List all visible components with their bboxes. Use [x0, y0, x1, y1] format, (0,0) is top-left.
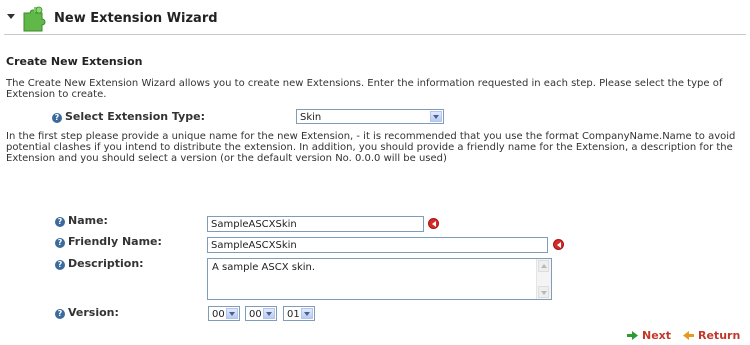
- section-heading: Create New Extension: [6, 55, 143, 68]
- step-description-text: In the first step please provide a uniqu…: [6, 131, 736, 164]
- friendly-name-label: Friendly Name:: [68, 235, 162, 248]
- version-label: Version:: [68, 306, 119, 319]
- wizard-title: New Extension Wizard: [54, 11, 218, 26]
- chevron-down-icon[interactable]: [301, 308, 313, 319]
- description-textarea[interactable]: A sample ASCX skin.: [207, 258, 552, 300]
- description-value: A sample ASCX skin.: [212, 262, 316, 273]
- version-major-select[interactable]: 00: [208, 306, 240, 321]
- version-build-select[interactable]: 01: [283, 306, 315, 321]
- arrow-right-icon: [627, 330, 638, 340]
- help-icon[interactable]: ?: [52, 113, 62, 123]
- extension-type-label: Select Extension Type:: [65, 110, 206, 123]
- friendly-name-label-group: ? Friendly Name:: [55, 235, 162, 248]
- version-build-value: 01: [287, 309, 300, 320]
- help-icon[interactable]: ?: [55, 260, 65, 270]
- name-input[interactable]: [207, 216, 424, 232]
- textarea-scrollbar[interactable]: [536, 259, 551, 299]
- collapse-arrow-icon[interactable]: [7, 14, 15, 19]
- scroll-down-icon[interactable]: [538, 286, 549, 298]
- extension-type-select[interactable]: Skin: [296, 109, 444, 124]
- version-label-group: ? Version:: [55, 306, 119, 319]
- extension-type-value: Skin: [300, 112, 322, 123]
- version-minor-select[interactable]: 00: [245, 306, 277, 321]
- chevron-down-icon[interactable]: [226, 308, 238, 319]
- required-icon: [553, 239, 564, 250]
- version-minor-value: 00: [249, 309, 262, 320]
- extension-type-label-group: ? Select Extension Type:: [52, 110, 205, 123]
- scroll-up-icon[interactable]: [538, 260, 549, 272]
- help-icon[interactable]: ?: [55, 309, 65, 319]
- name-label: Name:: [68, 214, 108, 227]
- return-button[interactable]: Return: [683, 329, 740, 342]
- version-major-value: 00: [212, 309, 225, 320]
- help-icon[interactable]: ?: [55, 217, 65, 227]
- header-divider: [4, 34, 746, 35]
- arrow-left-icon: [683, 330, 694, 340]
- chevron-down-icon[interactable]: [263, 308, 275, 319]
- return-label: Return: [698, 329, 741, 342]
- puzzle-piece-icon: [20, 5, 50, 33]
- description-label: Description:: [68, 257, 144, 270]
- required-icon: [428, 218, 439, 229]
- help-icon[interactable]: ?: [55, 238, 65, 248]
- chevron-down-icon[interactable]: [430, 111, 442, 122]
- friendly-name-input[interactable]: [207, 237, 548, 253]
- name-label-group: ? Name:: [55, 214, 108, 227]
- description-label-group: ? Description:: [55, 257, 144, 270]
- next-label: Next: [642, 329, 672, 342]
- intro-text: The Create New Extension Wizard allows y…: [6, 78, 723, 100]
- next-button[interactable]: Next: [627, 329, 671, 342]
